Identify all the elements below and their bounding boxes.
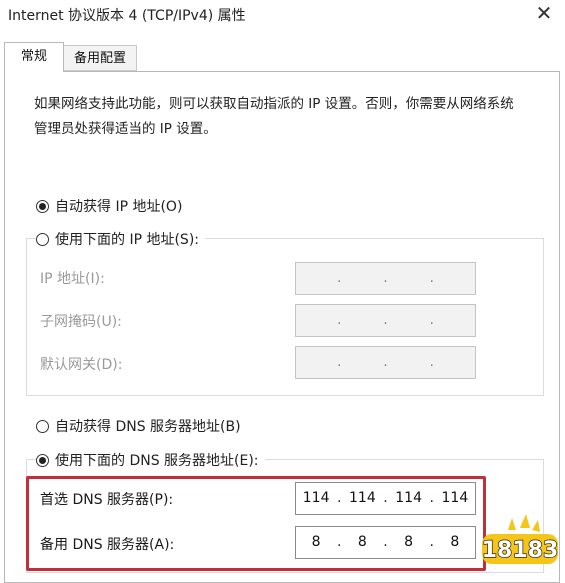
- octet: [296, 305, 336, 336]
- octet: [389, 305, 429, 336]
- description-text: 如果网络支持此功能，则可以获取自动指派的 IP 设置。否则，你需要从网络系统管理…: [34, 96, 514, 137]
- ip-address-input[interactable]: . . .: [295, 262, 476, 295]
- subnet-mask-input[interactable]: . . .: [295, 304, 476, 337]
- tab-strip: 常规 备用配置: [0, 42, 565, 72]
- subnet-mask-label: 子网掩码(U):: [40, 314, 122, 330]
- default-gateway-input[interactable]: . . .: [295, 346, 476, 379]
- octet: [435, 263, 475, 294]
- ip-manual-radio[interactable]: 使用下面的 IP 地址(S):: [36, 229, 205, 249]
- dns-manual-label: 使用下面的 DNS 服务器地址(E):: [55, 453, 259, 469]
- radio-unselected-icon: [36, 419, 49, 433]
- dns-manual-radio[interactable]: 使用下面的 DNS 服务器地址(E):: [36, 450, 265, 470]
- title-bar: Internet 协议版本 4 (TCP/IPv4) 属性 ✕: [0, 0, 565, 34]
- dns-auto-radio[interactable]: 自动获得 DNS 服务器地址(B): [36, 416, 241, 436]
- octet: [435, 305, 475, 336]
- tab-general[interactable]: 常规: [4, 42, 64, 72]
- octet: [342, 305, 382, 336]
- radio-selected-icon: [36, 453, 49, 467]
- close-icon[interactable]: ✕: [529, 0, 559, 28]
- site-watermark-logo: 18183: [481, 514, 559, 564]
- ip-auto-radio[interactable]: 自动获得 IP 地址(O): [36, 196, 182, 216]
- octet: [296, 263, 336, 294]
- octet: [296, 347, 336, 378]
- octet: [342, 347, 382, 378]
- ip-address-label: IP 地址(I):: [40, 271, 105, 287]
- dns-auto-label: 自动获得 DNS 服务器地址(B): [55, 419, 241, 435]
- watermark-text: 18183: [482, 538, 559, 563]
- octet: [342, 263, 382, 294]
- ip-manual-label: 使用下面的 IP 地址(S):: [55, 232, 199, 248]
- window-title: Internet 协议版本 4 (TCP/IPv4) 属性: [8, 8, 246, 24]
- radio-unselected-icon: [36, 232, 49, 246]
- dns-highlight-box: [26, 476, 486, 571]
- octet: [389, 263, 429, 294]
- radio-selected-icon: [36, 199, 49, 213]
- octet: [435, 347, 475, 378]
- ip-auto-label: 自动获得 IP 地址(O): [55, 199, 183, 215]
- octet: [389, 347, 429, 378]
- tab-alternate-configuration[interactable]: 备用配置: [63, 45, 137, 71]
- default-gateway-label: 默认网关(D):: [40, 357, 123, 373]
